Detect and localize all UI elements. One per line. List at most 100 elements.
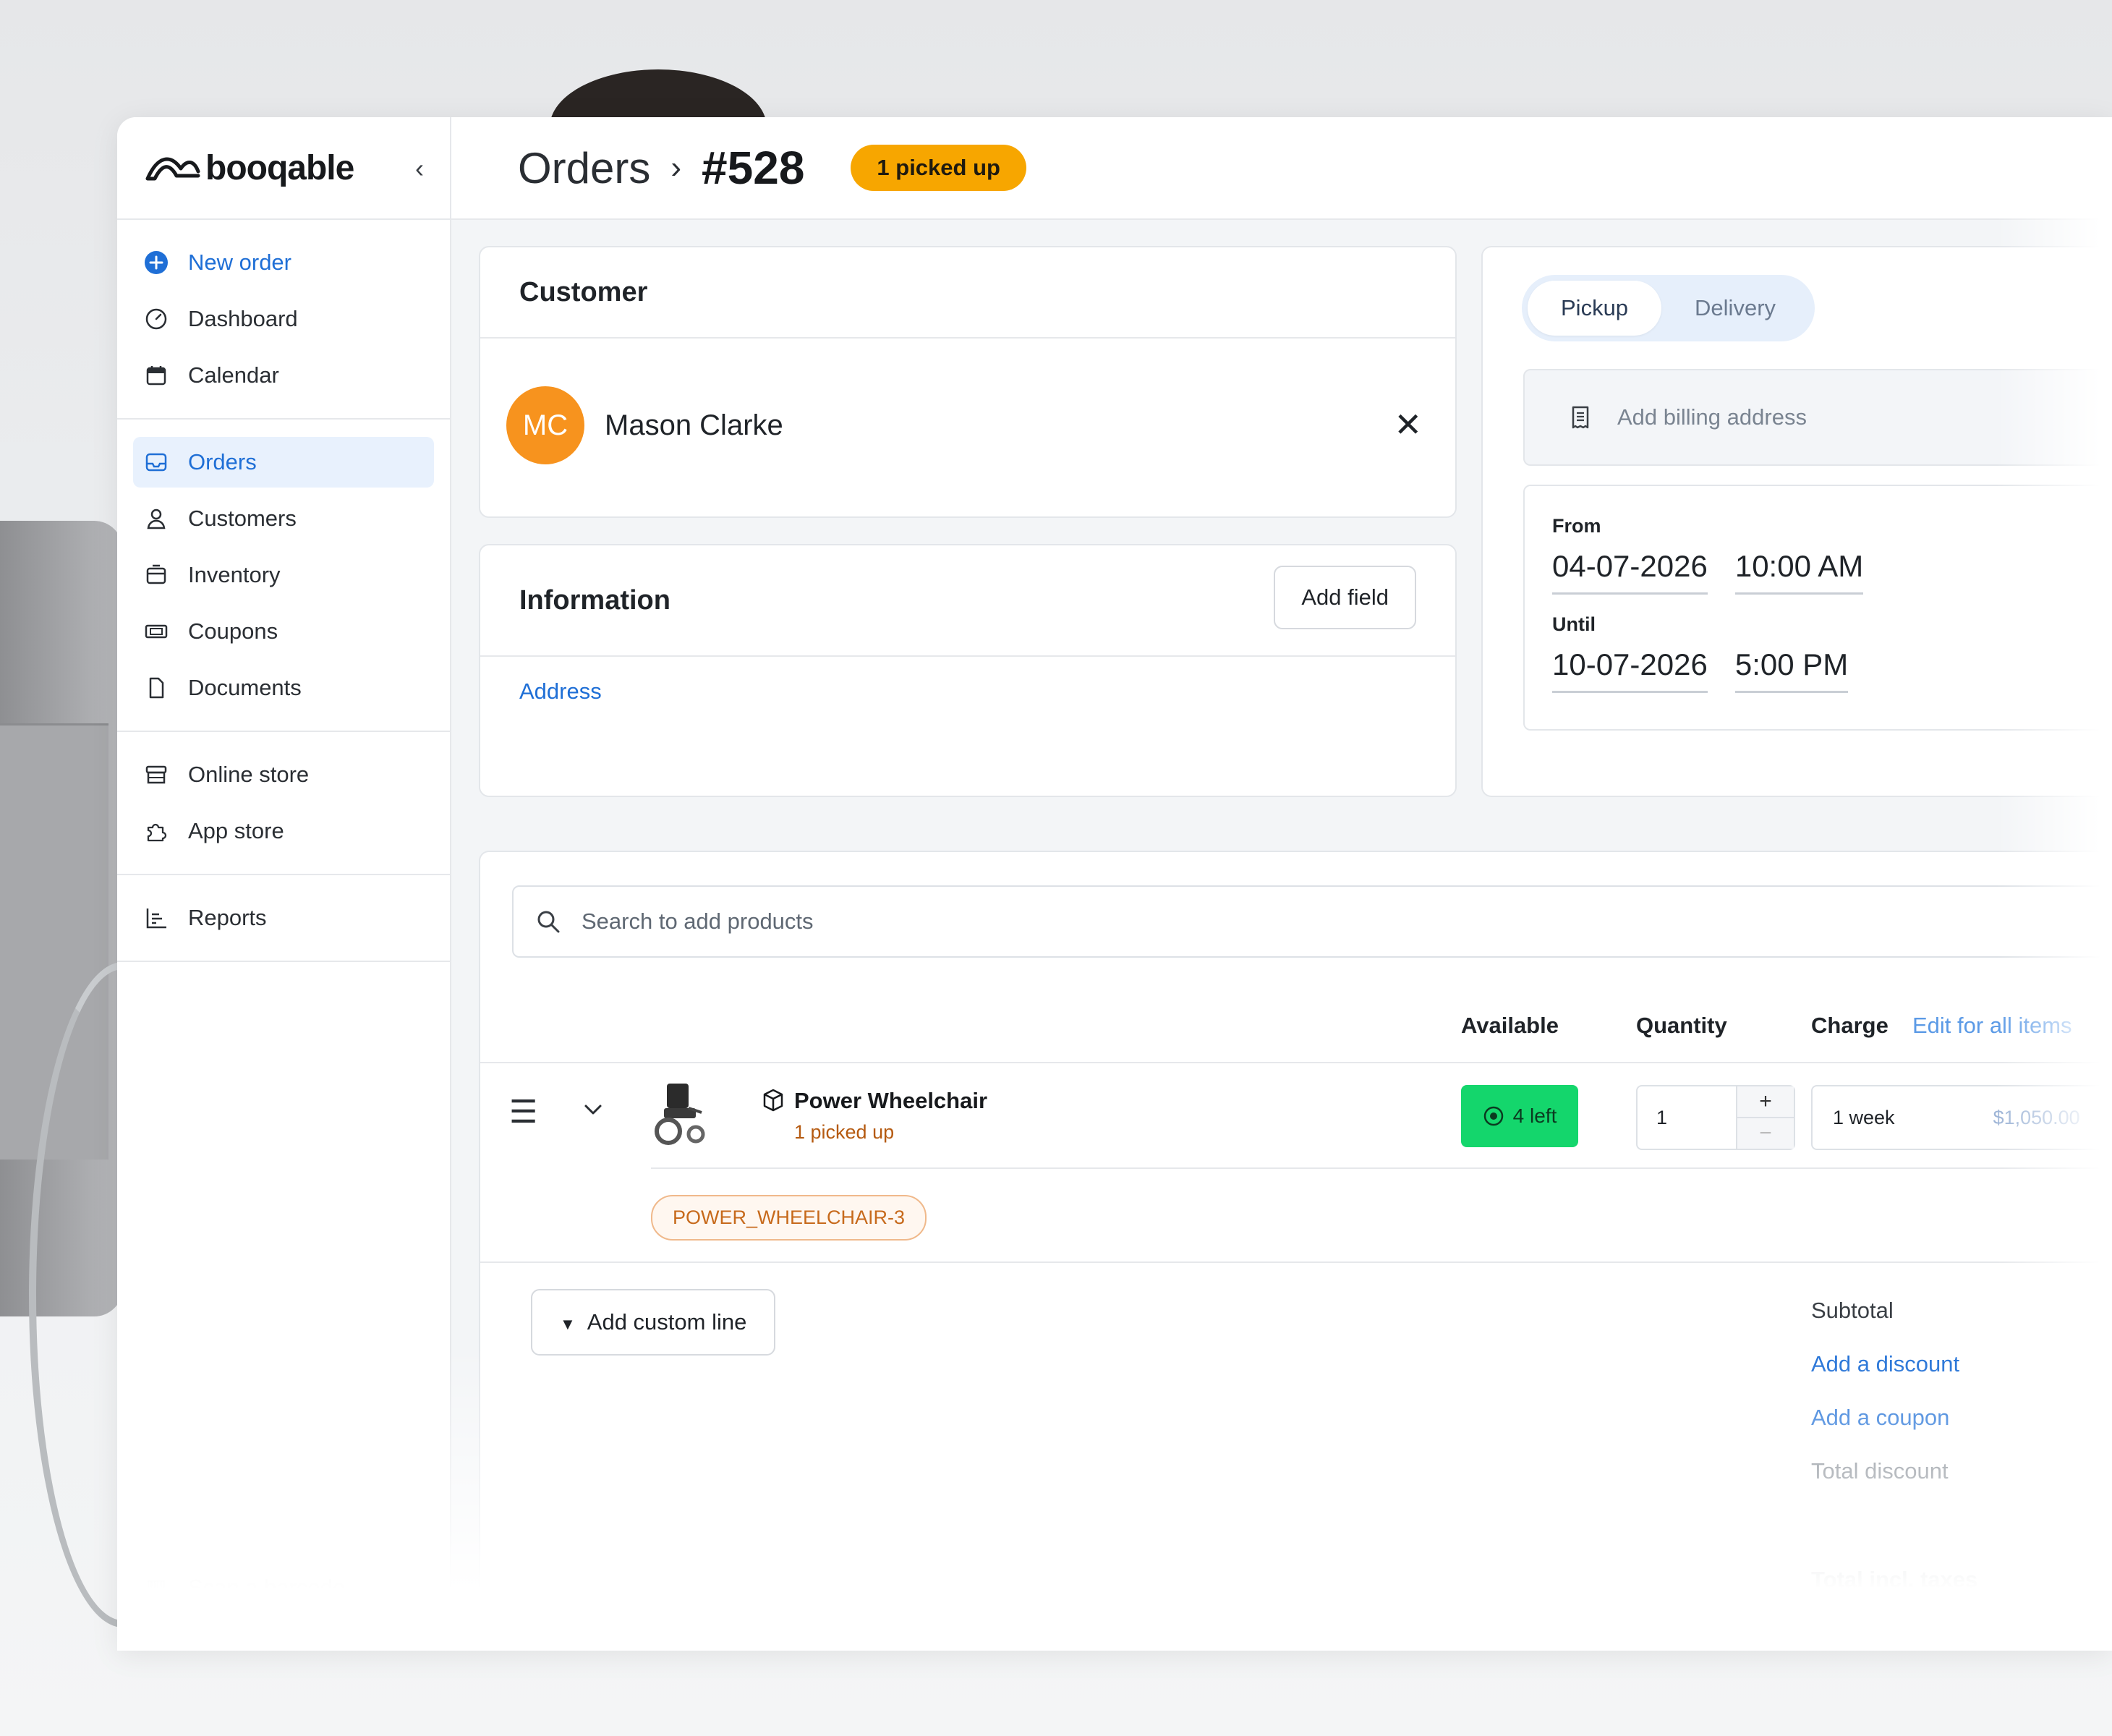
divider — [480, 1261, 2112, 1263]
help-icon: ? — [150, 1631, 163, 1651]
puzzle-icon — [143, 818, 169, 844]
product-status: 1 picked up — [794, 1121, 895, 1143]
customer-card-header: Customer — [480, 247, 1455, 339]
customer-card: Customer MC Mason Clarke ✕ — [479, 246, 1457, 518]
sidebar-item-label: Coupons — [188, 618, 278, 644]
product-name[interactable]: Power Wheelchair — [794, 1088, 987, 1114]
page-header: Orders › #528 1 picked up — [451, 117, 2112, 220]
brand[interactable]: booqable ‹ — [117, 117, 450, 220]
sidebar-item-label: Documents — [188, 675, 302, 700]
sidebar-item-documents[interactable]: Documents — [133, 663, 434, 713]
total-incl-taxes-label: Total incl. taxes — [1811, 1567, 1978, 1592]
app-window: booqable ‹ New order Dashboard Calendar … — [117, 117, 2112, 1651]
calendar-icon — [143, 362, 169, 388]
caret-down-icon: ▼ — [560, 1315, 576, 1333]
quantity-stepper[interactable]: 1 + − — [1636, 1085, 1795, 1150]
decrement-button[interactable]: − — [1737, 1117, 1794, 1149]
plus-circle-icon — [143, 250, 169, 276]
tab-delivery[interactable]: Delivery — [1661, 281, 1809, 336]
chart-icon — [143, 905, 169, 931]
sidebar-item-app-store[interactable]: App store — [133, 806, 434, 856]
availability-text: 4 left — [1512, 1105, 1557, 1127]
package-icon — [761, 1088, 785, 1116]
add-discount-link[interactable]: Add a discount — [1811, 1351, 1959, 1377]
charge-field[interactable]: 1 week $1,050.00 — [1811, 1085, 2112, 1150]
drag-handle-icon[interactable]: ☰ — [509, 1094, 537, 1131]
until-label: Until — [1552, 613, 1596, 635]
information-body: Address — [480, 657, 1455, 726]
sidebar-item-coupons[interactable]: Coupons — [133, 606, 434, 657]
until-date-input[interactable]: 10-07-2026 — [1552, 647, 1708, 693]
availability-badge: 4 left — [1461, 1085, 1578, 1147]
sidebar-item-inventory[interactable]: Inventory — [133, 550, 434, 600]
charge-period[interactable]: 1 week — [1833, 1107, 1895, 1129]
ticket-icon — [143, 618, 169, 644]
status-badge: 1 picked up — [851, 145, 1026, 191]
from-label: From — [1552, 515, 1601, 537]
new-order-button[interactable]: New order — [133, 237, 434, 288]
chevron-down-icon[interactable] — [582, 1098, 605, 1125]
billing-address-field[interactable]: Add billing address — [1523, 369, 2112, 466]
increment-button[interactable]: + — [1737, 1086, 1794, 1117]
sidebar-item-reports[interactable]: Reports — [133, 893, 434, 943]
sidebar-item-label: Customers — [188, 506, 297, 531]
nav-group-reports: Reports — [117, 875, 450, 962]
nav-group-orders: Orders Customers Inventory Coupons Docum… — [117, 420, 450, 732]
box-icon — [143, 562, 169, 588]
information-card-header: Information Add field — [480, 545, 1455, 657]
information-card: Information Add field Address — [479, 544, 1457, 797]
sidebar-item-online-store[interactable]: Online store — [133, 749, 434, 800]
close-icon[interactable]: ✕ — [1394, 405, 1422, 444]
column-charge: Charge — [1811, 1013, 1889, 1038]
from-time-input[interactable]: 10:00 AM — [1734, 549, 1864, 595]
sidebar-footer: ▥ Scan a barcode ? Help — [133, 1557, 434, 1651]
sales-tax-label: Sales Tax — [1811, 1620, 1908, 1646]
add-custom-line-label: Add custom line — [587, 1309, 747, 1335]
divider — [651, 1167, 2112, 1169]
sidebar-item-calendar[interactable]: Calendar — [133, 350, 434, 401]
from-date-input[interactable]: 04-07-2026 — [1552, 549, 1708, 595]
subtotal-label: Subtotal — [1811, 1298, 1894, 1323]
customer-name[interactable]: Mason Clarke — [605, 409, 783, 442]
search-input[interactable]: Search to add products — [582, 909, 814, 935]
charge-price: $1,050.00 — [1993, 1106, 2080, 1128]
products-card: Search to add products Available Quantit… — [479, 851, 2112, 1651]
add-custom-line-button[interactable]: ▼ Add custom line — [531, 1289, 776, 1356]
receipt-icon — [1572, 406, 1589, 429]
sidebar-item-label: Reports — [188, 905, 267, 930]
customer-row[interactable]: MC Mason Clarke ✕ — [480, 339, 1455, 512]
stock-item-tag[interactable]: POWER_WHEELCHAIR-3 — [651, 1195, 927, 1241]
until-time-input[interactable]: 5:00 PM — [1734, 647, 1849, 693]
product-search[interactable]: Search to add products — [512, 885, 2112, 958]
page-title: #528 — [702, 142, 805, 194]
breadcrumb-orders[interactable]: Orders — [518, 143, 650, 193]
target-icon — [1483, 1106, 1503, 1126]
sidebar-item-scan-barcode[interactable]: ▥ Scan a barcode — [133, 1562, 434, 1613]
sidebar-item-label: Calendar — [188, 362, 279, 388]
avatar: MC — [506, 386, 584, 464]
sidebar-item-orders[interactable]: Orders — [133, 437, 434, 488]
chevron-right-icon: › — [670, 150, 682, 185]
sidebar-item-dashboard[interactable]: Dashboard — [133, 294, 434, 344]
customer-card-title: Customer — [519, 276, 648, 307]
edit-all-items-link[interactable]: Edit for all items — [1912, 1013, 2072, 1039]
divider — [480, 1062, 2112, 1063]
add-field-button[interactable]: Add field — [1274, 566, 1416, 629]
sidebar-item-label: App store — [188, 818, 284, 843]
collapse-sidebar-icon[interactable]: ‹ — [415, 153, 424, 184]
rental-period: From 04-07-2026 10:00 AM Until 10-07-202… — [1523, 485, 2112, 731]
sidebar-item-label: Help — [188, 1631, 234, 1651]
add-coupon-link[interactable]: Add a coupon — [1811, 1405, 1949, 1431]
fulfillment-card: Pickup Delivery Add billing address From… — [1481, 246, 2112, 797]
quantity-input[interactable]: 1 — [1638, 1086, 1736, 1149]
barcode-icon: ▥ — [145, 1575, 167, 1600]
sidebar-item-help[interactable]: ? Help — [133, 1619, 434, 1651]
brand-name: booqable — [205, 148, 354, 187]
sidebar-item-customers[interactable]: Customers — [133, 493, 434, 544]
document-icon — [143, 675, 169, 701]
inbox-icon — [143, 449, 169, 475]
sidebar-item-label: Orders — [188, 449, 257, 475]
address-link[interactable]: Address — [519, 678, 602, 704]
tab-pickup[interactable]: Pickup — [1528, 281, 1662, 336]
booqable-logo-icon — [145, 157, 200, 181]
